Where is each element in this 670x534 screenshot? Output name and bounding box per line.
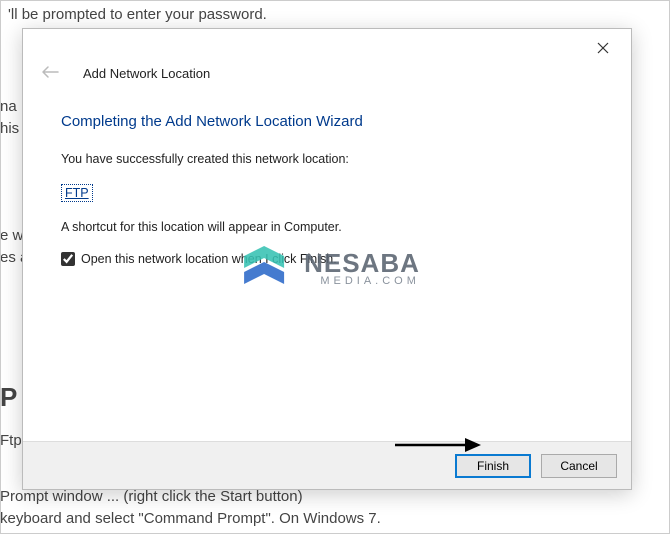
back-arrow-icon[interactable]: [41, 63, 59, 84]
wizard-heading: Completing the Add Network Location Wiza…: [61, 113, 593, 130]
bg-text-ew: e w: [0, 225, 23, 248]
open-location-checkbox-row[interactable]: Open this network location when I click …: [61, 252, 593, 266]
bg-text-ftp: Ftp: [0, 430, 22, 453]
wizard-title: Add Network Location: [83, 66, 210, 81]
close-icon: [597, 42, 609, 54]
watermark-sub-text: MEDIA.COM: [304, 276, 420, 287]
cancel-button[interactable]: Cancel: [541, 454, 617, 478]
bg-text-his: his: [0, 118, 19, 141]
bg-text-bottom2: keyboard and select "Command Prompt". On…: [0, 508, 381, 531]
wizard-dialog: Add Network Location Completing the Add …: [22, 28, 632, 490]
finish-button[interactable]: Finish: [455, 454, 531, 478]
location-name-link[interactable]: FTP: [61, 184, 93, 202]
success-text: You have successfully created this netwo…: [61, 152, 593, 166]
dialog-body: Completing the Add Network Location Wiza…: [23, 93, 631, 266]
bg-text-top: 'll be prompted to enter your password.: [8, 4, 267, 27]
shortcut-text: A shortcut for this location will appear…: [61, 220, 593, 234]
dialog-footer: Finish Cancel: [23, 441, 631, 489]
open-location-checkbox[interactable]: [61, 252, 75, 266]
bg-heading-p: P: [0, 378, 17, 417]
close-button[interactable]: [589, 37, 617, 63]
checkbox-label: Open this network location when I click …: [81, 252, 337, 266]
bg-text-na: na: [0, 96, 17, 119]
dialog-header: Add Network Location: [23, 29, 631, 93]
